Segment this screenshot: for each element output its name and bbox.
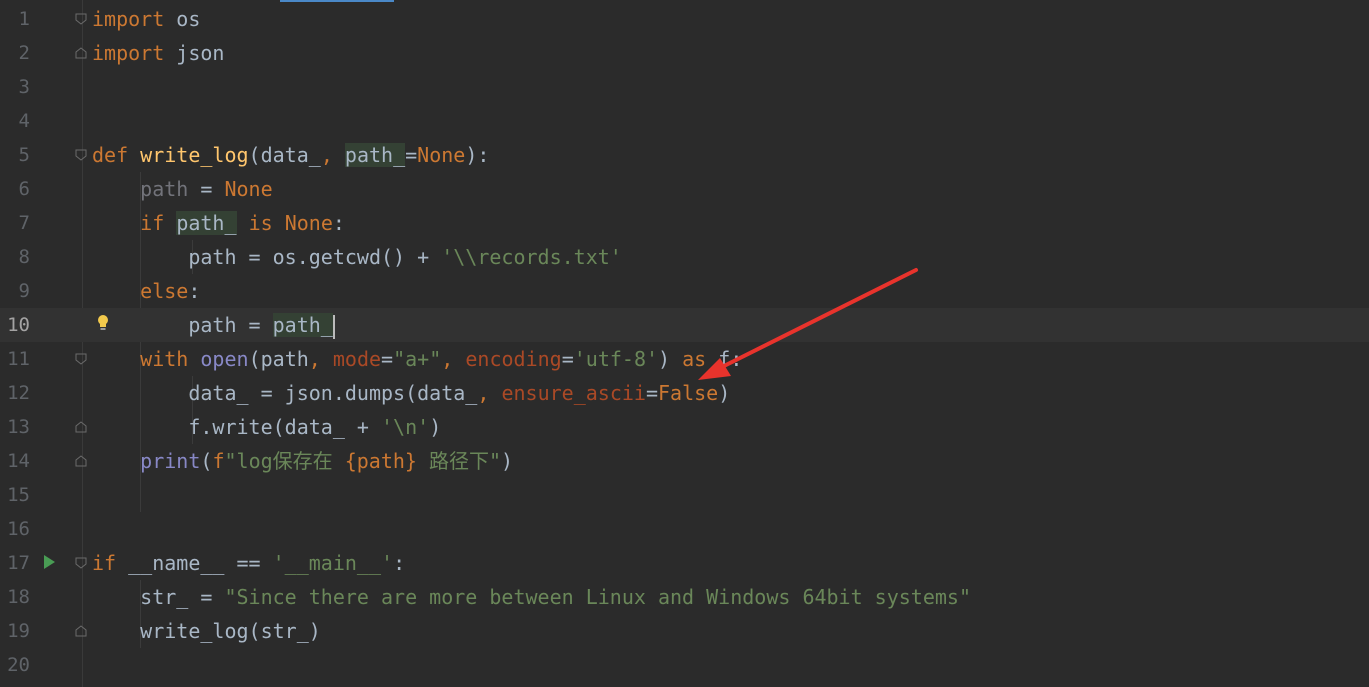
code-text: f.write(data_ + '\n') (188, 415, 442, 439)
line-number: 1 (18, 8, 30, 30)
line-number: 12 (7, 382, 30, 404)
line-number: 4 (18, 110, 30, 132)
code-line-18[interactable]: 18 str_ = "Since there are more between … (0, 580, 1369, 614)
code-line-10[interactable]: 10 path = path_ (0, 308, 1369, 342)
fold-marker-icon[interactable] (75, 47, 87, 59)
code-text: str_ = "Since there are more between Lin… (140, 585, 972, 609)
code-line-16[interactable]: 16 (0, 512, 1369, 546)
line-number: 14 (7, 450, 30, 472)
fold-marker-icon[interactable] (75, 455, 87, 467)
code-line-20[interactable]: 20 (0, 648, 1369, 682)
code-line-17[interactable]: 17 if __name__ == '__main__': (0, 546, 1369, 580)
fold-marker-icon[interactable] (75, 421, 87, 433)
code-line-7[interactable]: 7 if path_ is None: (0, 206, 1369, 240)
line-number: 8 (18, 246, 30, 268)
code-line-4[interactable]: 4 (0, 104, 1369, 138)
code-text: if __name__ == '__main__': (92, 551, 406, 575)
line-number: 9 (18, 280, 30, 302)
fold-marker-icon[interactable] (75, 557, 87, 569)
code-line-13[interactable]: 13 f.write(data_ + '\n') (0, 410, 1369, 444)
code-text: path = os.getcwd() + '\\records.txt' (188, 245, 622, 269)
code-line-14[interactable]: 14 print(f"log保存在 {path} 路径下") (0, 444, 1369, 478)
code-line-1[interactable]: 1 import os (0, 2, 1369, 36)
line-number: 11 (7, 348, 30, 370)
fold-marker-icon[interactable] (75, 13, 87, 25)
code-text: else: (140, 279, 201, 303)
code-text: data_ = json.dumps(data_, ensure_ascii=F… (188, 381, 731, 405)
line-number: 20 (7, 654, 30, 676)
line-number: 18 (7, 586, 30, 608)
code-text: with open(path, mode="a+", encoding='utf… (140, 347, 743, 371)
line-number: 13 (7, 416, 30, 438)
line-number: 15 (7, 484, 30, 506)
fold-marker-icon[interactable] (75, 625, 87, 637)
code-line-15[interactable]: 15 (0, 478, 1369, 512)
code-text: if path_ is None: (140, 211, 345, 235)
code-line-12[interactable]: 12 data_ = json.dumps(data_, ensure_asci… (0, 376, 1369, 410)
line-number: 3 (18, 76, 30, 98)
line-number: 19 (7, 620, 30, 642)
line-number: 10 (7, 314, 30, 336)
line-number: 17 (7, 552, 30, 574)
line-number: 6 (18, 178, 30, 200)
code-text: path = path_ (188, 313, 335, 339)
code-line-19[interactable]: 19 write_log(str_) (0, 614, 1369, 648)
code-text: import json (92, 41, 225, 65)
code-text: write_log(str_) (140, 619, 321, 643)
line-number: 7 (18, 212, 30, 234)
code-text: import os (92, 7, 201, 31)
code-text: print(f"log保存在 {path} 路径下") (140, 449, 514, 473)
fold-marker-icon[interactable] (75, 353, 87, 365)
code-editor[interactable]: 1 import os 2 import json 3 4 5 def writ… (0, 0, 1369, 687)
text-caret (332, 314, 335, 339)
fold-marker-icon[interactable] (75, 149, 87, 161)
code-text: def write_log(data_, path_=None): (92, 143, 490, 167)
code-line-9[interactable]: 9 else: (0, 274, 1369, 308)
line-number: 2 (18, 42, 30, 64)
run-gutter-icon[interactable] (44, 555, 55, 569)
code-line-6[interactable]: 6 path = None (0, 172, 1369, 206)
code-line-11[interactable]: 11 with open(path, mode="a+", encoding='… (0, 342, 1369, 376)
line-number: 5 (18, 144, 30, 166)
code-line-8[interactable]: 8 path = os.getcwd() + '\\records.txt' (0, 240, 1369, 274)
code-line-5[interactable]: 5 def write_log(data_, path_=None): (0, 138, 1369, 172)
code-line-3[interactable]: 3 (0, 70, 1369, 104)
code-text: path = None (140, 177, 273, 201)
code-line-2[interactable]: 2 import json (0, 36, 1369, 70)
line-number: 16 (7, 518, 30, 540)
